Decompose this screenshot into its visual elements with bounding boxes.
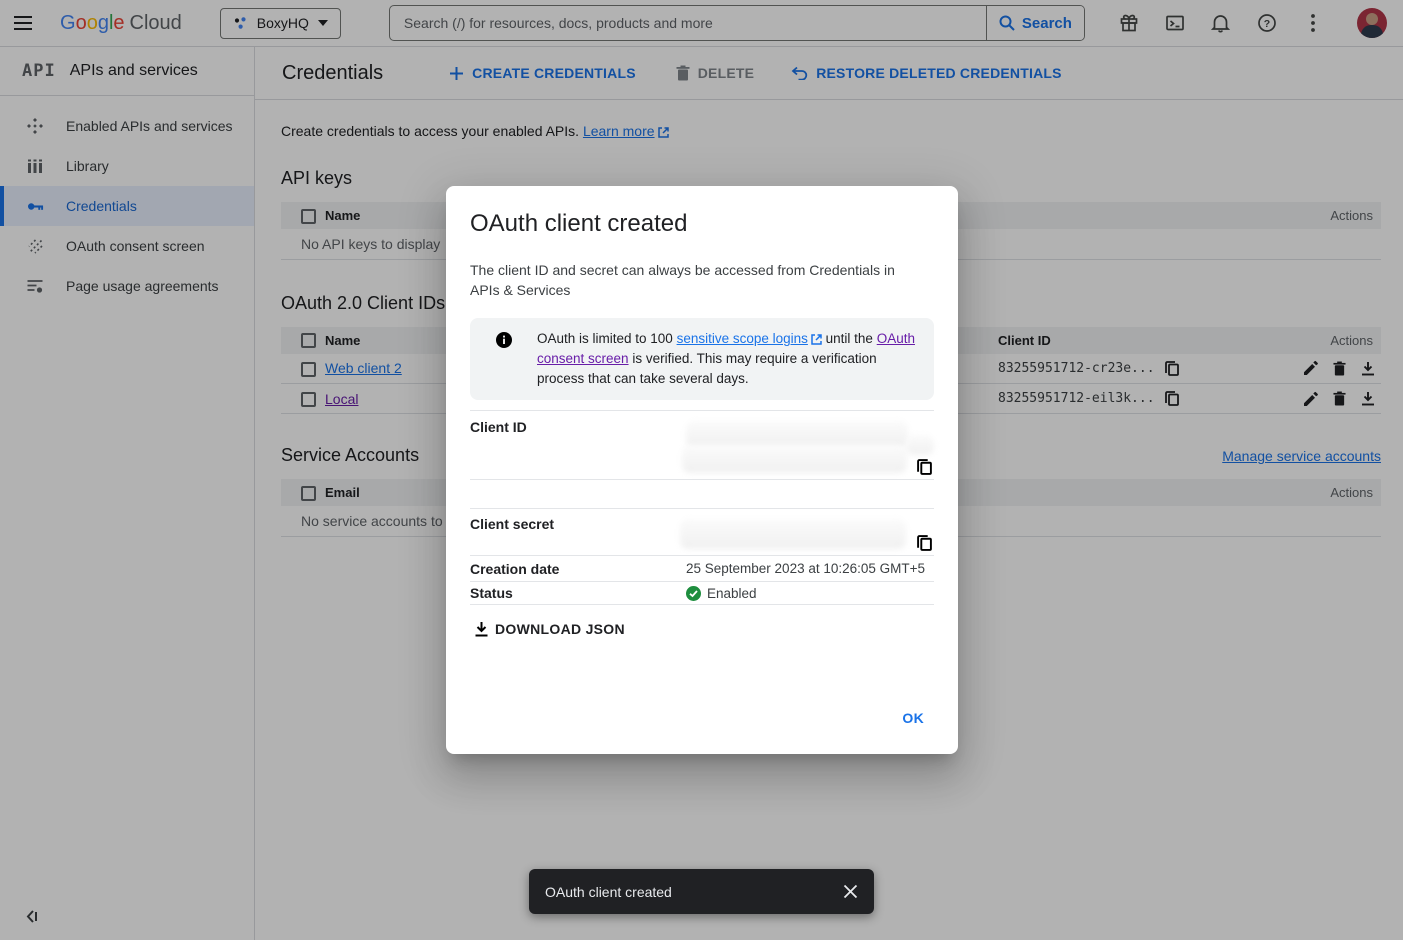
external-link-icon: [811, 334, 822, 345]
redacted-blob: [686, 421, 908, 448]
check-circle-icon: [686, 586, 701, 601]
toast-message: OAuth client created: [545, 884, 843, 900]
copy-client-id-icon[interactable]: [917, 459, 932, 475]
creation-date-value: 25 September 2023 at 10:26:05 GMT+5: [686, 561, 934, 576]
client-id-row: Client ID: [470, 410, 934, 479]
download-icon: [474, 621, 489, 637]
creation-date-row: Creation date 25 September 2023 at 10:26…: [470, 555, 934, 581]
download-json-button[interactable]: DOWNLOAD JSON: [470, 617, 633, 641]
oauth-client-created-dialog: OAuth client created The client ID and s…: [446, 186, 958, 754]
copy-client-secret-icon[interactable]: [917, 535, 932, 551]
status-row: Status Enabled: [470, 581, 934, 605]
redacted-blob: [680, 519, 906, 549]
status-value: Enabled: [686, 586, 934, 601]
redacted-blob: [682, 445, 907, 473]
client-secret-row: Client secret: [470, 508, 934, 555]
dialog-title: OAuth client created: [470, 210, 934, 238]
notice-text: OAuth is limited to 100 sensitive scope …: [537, 329, 918, 389]
spacer-row: [470, 479, 934, 508]
oauth-limit-notice: OAuth is limited to 100 sensitive scope …: [470, 318, 934, 400]
creation-date-label: Creation date: [470, 561, 686, 577]
redacted-blob: [906, 435, 934, 455]
info-icon: [496, 332, 512, 389]
status-label: Status: [470, 585, 686, 601]
sensitive-scope-logins-link[interactable]: sensitive scope logins: [677, 331, 808, 346]
client-secret-value-redacted: [686, 516, 934, 555]
snackbar-toast: OAuth client created: [529, 869, 874, 914]
client-id-label: Client ID: [470, 419, 686, 479]
ok-button[interactable]: OK: [894, 704, 932, 732]
dialog-fields: Client ID Client secret Creation date 25…: [470, 410, 934, 605]
dialog-subtitle: The client ID and secret can always be a…: [470, 260, 910, 300]
close-icon[interactable]: [843, 884, 858, 899]
client-id-value-redacted: [686, 419, 934, 479]
client-secret-label: Client secret: [470, 516, 686, 555]
